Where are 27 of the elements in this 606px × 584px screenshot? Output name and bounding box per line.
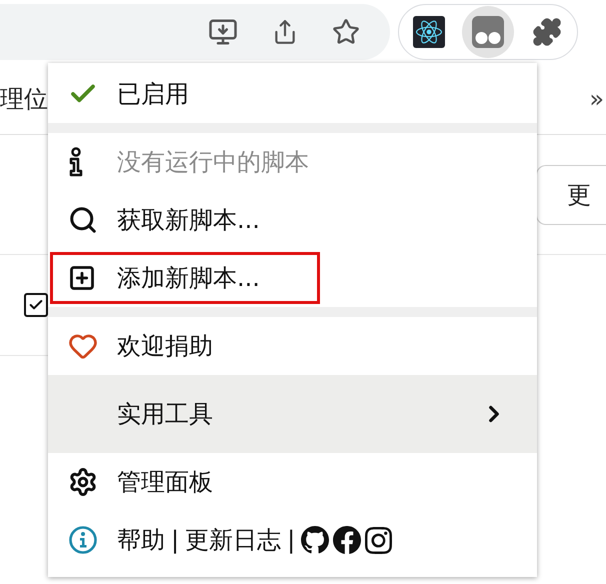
puzzle-icon	[532, 17, 562, 47]
bookmark-star-icon[interactable]	[332, 18, 360, 46]
atom-icon	[412, 16, 445, 48]
menu-item[interactable]: 管理面板	[48, 453, 537, 511]
facebook-icon[interactable]	[333, 526, 362, 554]
download-icon[interactable]	[208, 17, 238, 47]
add-square-icon	[68, 264, 96, 292]
menu-link[interactable]: 帮助	[117, 524, 165, 556]
menu-item[interactable]: 实用工具	[48, 375, 537, 453]
info-circle-icon	[68, 525, 98, 555]
link-divider: |	[171, 526, 180, 554]
nav-text: 理位	[0, 84, 48, 115]
overflow-chevron[interactable]: »	[589, 85, 604, 113]
menu-link[interactable]: 更新日志	[185, 524, 282, 556]
link-divider: |	[287, 526, 296, 554]
menu-item[interactable]: 欢迎捐助	[48, 317, 537, 375]
tampermonkey-icon	[470, 15, 505, 49]
menu-item[interactable]: 获取新脚本...	[48, 191, 537, 249]
search-icon	[68, 205, 98, 235]
menu-item[interactable]: 添加新脚本...	[48, 249, 537, 307]
instagram-icon[interactable]	[365, 526, 392, 554]
address-bar[interactable]	[0, 4, 390, 60]
update-button[interactable]: 更	[536, 165, 606, 225]
info-icon	[68, 147, 84, 177]
settings-icon	[68, 467, 98, 497]
github-icon[interactable]	[301, 526, 330, 554]
menu-item[interactable]: 已启用	[48, 65, 537, 123]
